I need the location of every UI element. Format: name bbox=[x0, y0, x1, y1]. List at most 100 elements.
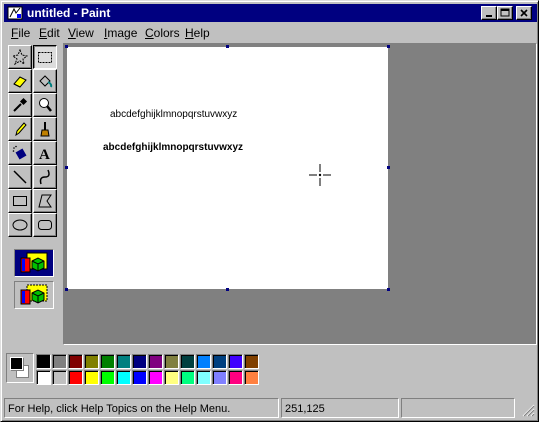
tool-text[interactable]: A bbox=[33, 141, 57, 165]
status-coordinates: 251,125 bbox=[281, 398, 399, 418]
status-help-text: For Help, click Help Topics on the Help … bbox=[4, 398, 279, 418]
palette-color-swatch[interactable] bbox=[36, 370, 51, 385]
magnifier-icon bbox=[39, 98, 52, 112]
canvas-text-regular: abcdefghijklmnopqrstuvwxyz bbox=[110, 109, 238, 120]
opaque-option-icon bbox=[20, 252, 48, 273]
polygon-icon bbox=[38, 194, 52, 208]
status-size bbox=[401, 398, 515, 418]
bucket-icon bbox=[39, 75, 53, 88]
resize-handle-right[interactable] bbox=[387, 166, 390, 169]
tool-fill-with-color[interactable] bbox=[33, 69, 57, 93]
tool-box: A bbox=[4, 43, 62, 343]
menu-view[interactable]: View bbox=[68, 26, 94, 40]
rectangle-icon bbox=[13, 196, 27, 206]
minimize-icon bbox=[486, 15, 492, 17]
eraser-icon bbox=[13, 76, 27, 88]
transparent-background-option[interactable] bbox=[14, 281, 54, 309]
opaque-background-option[interactable] bbox=[14, 249, 54, 277]
current-colors bbox=[6, 353, 34, 383]
tool-ellipse[interactable] bbox=[8, 213, 32, 237]
curve-icon bbox=[39, 169, 50, 185]
palette-color-swatch[interactable] bbox=[52, 354, 67, 369]
status-bar: For Help, click Help Topics on the Help … bbox=[4, 398, 537, 419]
resize-handle-bottom[interactable] bbox=[226, 288, 229, 291]
palette-color-swatch[interactable] bbox=[68, 370, 83, 385]
pencil-icon bbox=[15, 122, 27, 137]
tool-polygon[interactable] bbox=[33, 189, 57, 213]
palette-color-swatch[interactable] bbox=[148, 354, 163, 369]
ellipse-icon bbox=[12, 219, 28, 231]
menu-edit[interactable]: Edit bbox=[39, 26, 60, 40]
resize-handle-left bbox=[65, 166, 68, 169]
palette-color-swatch[interactable] bbox=[212, 354, 227, 369]
tool-select[interactable] bbox=[33, 45, 57, 69]
palette-color-swatch[interactable] bbox=[164, 370, 179, 385]
paint-window: untitled - Paint File Edit View Image Co… bbox=[0, 0, 539, 422]
crosshair-cursor-icon bbox=[309, 164, 331, 186]
palette-color-swatch[interactable] bbox=[116, 354, 131, 369]
palette-color-swatch[interactable] bbox=[36, 354, 51, 369]
line-icon bbox=[13, 170, 27, 184]
tool-brush[interactable] bbox=[33, 117, 57, 141]
palette-color-swatch[interactable] bbox=[100, 370, 115, 385]
resize-handle-top bbox=[226, 45, 229, 48]
palette-color-swatch[interactable] bbox=[52, 370, 67, 385]
tool-magnifier[interactable] bbox=[33, 93, 57, 117]
title-bar[interactable]: untitled - Paint bbox=[4, 4, 537, 22]
maximize-button[interactable] bbox=[497, 6, 513, 20]
eyedropper-icon bbox=[13, 97, 28, 112]
canvas-text-bold: abcdefghijklmnopqrstuvwxyz bbox=[103, 142, 244, 153]
menu-bar: File Edit View Image Colors Help bbox=[4, 23, 537, 42]
palette-color-swatch[interactable] bbox=[84, 370, 99, 385]
tool-pencil[interactable] bbox=[8, 117, 32, 141]
close-icon bbox=[520, 9, 528, 17]
maximize-icon bbox=[500, 8, 510, 17]
tool-airbrush[interactable] bbox=[8, 141, 32, 165]
resize-handle-bottom-left bbox=[65, 288, 68, 291]
close-button[interactable] bbox=[516, 6, 532, 20]
palette-color-swatch[interactable] bbox=[228, 354, 243, 369]
text-icon: A bbox=[39, 147, 50, 161]
svg-text:A: A bbox=[39, 147, 50, 161]
palette-color-swatch[interactable] bbox=[244, 354, 259, 369]
resize-handle-bottom-right[interactable] bbox=[387, 288, 390, 291]
brush-icon bbox=[40, 122, 50, 137]
palette-color-swatch[interactable] bbox=[84, 354, 99, 369]
foreground-color bbox=[10, 357, 23, 370]
free-select-icon bbox=[12, 49, 28, 65]
minimize-button[interactable] bbox=[481, 6, 497, 20]
resize-handle-top-right bbox=[387, 45, 390, 48]
palette-color-swatch[interactable] bbox=[180, 370, 195, 385]
palette-color-swatch[interactable] bbox=[196, 354, 211, 369]
paint-app-icon bbox=[7, 6, 23, 20]
canvas-workspace: abcdefghijklmnopqrstuvwxyz abcdefghijklm… bbox=[63, 43, 537, 345]
palette-color-swatch[interactable] bbox=[164, 354, 179, 369]
palette-color-swatch[interactable] bbox=[196, 370, 211, 385]
tool-line[interactable] bbox=[8, 165, 32, 189]
palette-color-swatch[interactable] bbox=[228, 370, 243, 385]
tool-rectangle[interactable] bbox=[8, 189, 32, 213]
palette-color-swatch[interactable] bbox=[100, 354, 115, 369]
tool-eraser[interactable] bbox=[8, 69, 32, 93]
palette-color-swatch[interactable] bbox=[68, 354, 83, 369]
tool-pick-color[interactable] bbox=[8, 93, 32, 117]
palette-color-swatch[interactable] bbox=[132, 370, 147, 385]
palette-color-swatch[interactable] bbox=[212, 370, 227, 385]
palette-color-swatch[interactable] bbox=[132, 354, 147, 369]
menu-image[interactable]: Image bbox=[104, 26, 137, 40]
palette-color-swatch[interactable] bbox=[244, 370, 259, 385]
drawing-canvas[interactable]: abcdefghijklmnopqrstuvwxyz abcdefghijklm… bbox=[67, 47, 388, 289]
palette-color-swatch[interactable] bbox=[180, 354, 195, 369]
tool-free-form-select[interactable] bbox=[8, 45, 32, 69]
menu-help[interactable]: Help bbox=[185, 26, 210, 40]
menu-file[interactable]: File bbox=[11, 26, 30, 40]
window-title: untitled - Paint bbox=[27, 6, 111, 20]
menu-colors[interactable]: Colors bbox=[145, 26, 180, 40]
palette-color-swatch[interactable] bbox=[116, 370, 131, 385]
transparent-option-icon bbox=[20, 284, 48, 305]
tool-rounded-rectangle[interactable] bbox=[33, 213, 57, 237]
tool-curve[interactable] bbox=[33, 165, 57, 189]
resize-grip-icon[interactable] bbox=[521, 403, 535, 417]
airbrush-icon bbox=[12, 145, 27, 160]
palette-color-swatch[interactable] bbox=[148, 370, 163, 385]
